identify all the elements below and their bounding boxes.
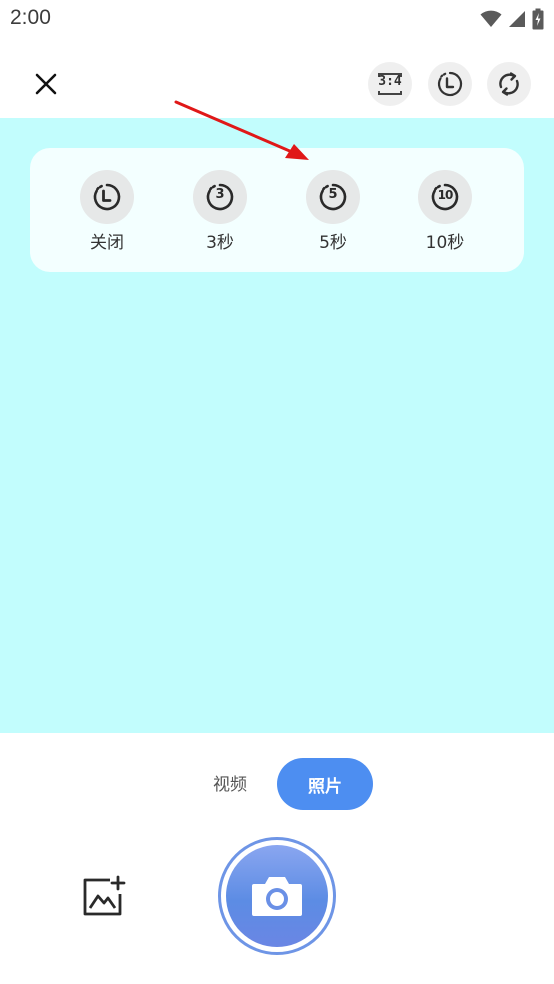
close-icon [35,73,57,95]
timer-5s-icon: 5 [306,170,360,224]
timer-option-label: 10秒 [425,233,465,253]
timer-icon [437,71,463,97]
mode-video-tab[interactable]: 视频 [204,770,256,798]
gallery-add-icon [83,875,126,916]
status-time: 2:00 [10,6,51,29]
timer-digit: 5 [328,187,338,202]
camera-icon [252,877,302,916]
status-bar: 2:00 [0,0,554,38]
flip-camera-icon [499,72,519,96]
annotation-arrow [174,100,309,160]
close-button[interactable] [28,66,64,102]
timer-option-3s[interactable]: 3 3秒 [175,170,265,254]
aspect-ratio-label: 3:4 [378,74,402,89]
timer-off-icon [80,170,134,224]
timer-10s-icon: 10 [418,170,472,224]
timer-option-label: 5秒 [319,233,347,253]
flip-camera-button[interactable] [487,62,531,106]
signal-icon [508,10,526,32]
timer-option-5s[interactable]: 5 5秒 [288,170,378,254]
mode-switch: 视频 照片 [0,756,554,812]
battery-icon [532,8,544,34]
wifi-icon [480,10,502,32]
mode-photo-tab[interactable]: 照片 [277,758,373,810]
status-icons [480,8,544,34]
timer-button[interactable] [428,62,472,106]
aspect-ratio-button[interactable]: 3:4 [368,62,412,106]
timer-option-off[interactable]: 关闭 [62,170,152,254]
timer-option-label: 关闭 [90,233,124,253]
timer-option-label: 3秒 [206,233,234,253]
timer-3s-icon: 3 [193,170,247,224]
shutter-inner [226,845,328,947]
timer-option-10s[interactable]: 10 10秒 [400,170,490,254]
timer-digit: 10 [437,188,454,202]
gallery-button[interactable] [80,874,126,920]
timer-digit: 3 [215,187,225,202]
shutter-button[interactable] [218,837,336,955]
